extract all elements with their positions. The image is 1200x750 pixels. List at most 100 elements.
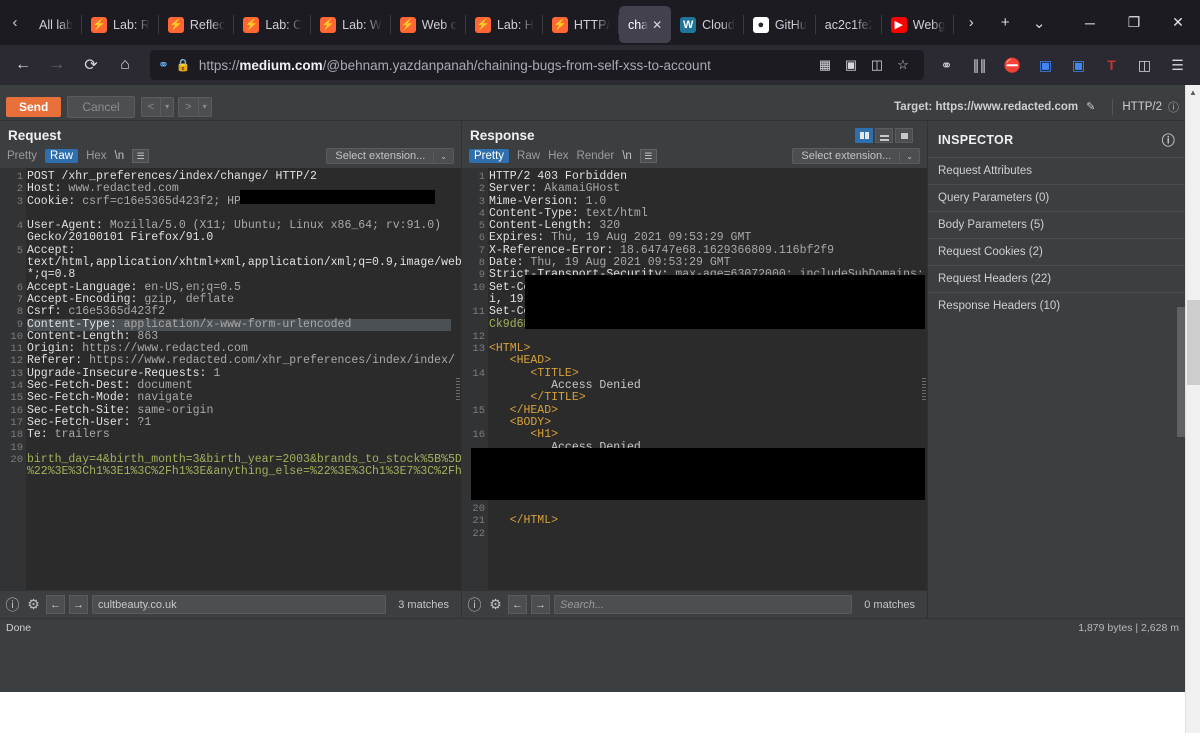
inspector-row[interactable]: Body Parameters (5) <box>928 211 1185 238</box>
request-newline-toggle[interactable]: \n <box>115 150 125 162</box>
tab-scroll-right-button[interactable]: › <box>954 0 988 45</box>
response-newline-toggle[interactable]: \n <box>622 150 632 162</box>
code-line[interactable]: </HEAD> <box>489 404 917 417</box>
code-line[interactable]: %22%3E%3Ch1%3E1%3C%2Fh1%3E&anything_else… <box>27 465 461 478</box>
search-next-button[interactable]: → <box>531 595 550 614</box>
split-vertical-icon[interactable] <box>855 128 873 143</box>
library-icon[interactable]: ∥∥ <box>963 49 996 81</box>
help-circle-icon[interactable]: ⓘ <box>4 595 21 615</box>
previous-dropdown-icon[interactable]: ▾ <box>161 99 173 114</box>
gear-icon[interactable]: ⚙ <box>487 596 504 613</box>
browser-tab[interactable]: ac2c1fe21 <box>816 6 882 43</box>
response-tab-render[interactable]: Render <box>577 150 615 162</box>
tab-scroll-left-button[interactable]: ‹ <box>0 0 30 45</box>
request-tab-raw[interactable]: Raw <box>45 149 79 163</box>
inspector-row[interactable]: Response Headers (10) <box>928 292 1185 319</box>
scrollbar-thumb[interactable] <box>1187 300 1200 385</box>
browser-tab[interactable]: ⚡ Lab: C <box>234 6 312 43</box>
minimize-icon[interactable]: ─ <box>1068 0 1112 45</box>
response-tab-pretty[interactable]: Pretty <box>469 149 510 163</box>
scroll-up-icon[interactable]: ▲ <box>1186 85 1200 99</box>
url-text[interactable]: https://medium.com/@behnam.yazdanpanah/c… <box>199 58 812 73</box>
request-select-extension-dropdown[interactable]: Select extension... ⌄ <box>326 148 454 164</box>
home-icon[interactable]: ⌂ <box>108 49 142 81</box>
response-tab-hex[interactable]: Hex <box>548 150 568 162</box>
restore-icon[interactable]: ❐ <box>1112 0 1156 45</box>
previous-request-button[interactable]: < ▾ <box>140 96 175 117</box>
inspector-row[interactable]: Query Parameters (0) <box>928 184 1185 211</box>
search-prev-button[interactable]: ← <box>508 595 527 614</box>
gear-icon[interactable]: ⚙ <box>25 596 42 613</box>
page-scrollbar[interactable]: ▲ <box>1185 85 1200 750</box>
star-icon[interactable]: ☆ <box>890 51 916 79</box>
close-icon[interactable]: ✕ <box>1156 0 1200 45</box>
reload-icon[interactable]: ⟳ <box>74 49 108 81</box>
list-all-tabs-button[interactable]: ⌄ <box>1022 0 1056 45</box>
response-code[interactable]: HTTP/2 403 Forbidden Server: AkamaiGHost M… <box>489 168 924 590</box>
pencil-icon[interactable]: ✎ <box>1086 100 1095 113</box>
tampermonkey-icon[interactable]: T <box>1095 49 1128 81</box>
search-prev-button[interactable]: ← <box>46 595 65 614</box>
lock-icon[interactable]: 🔒 <box>176 58 191 72</box>
request-code[interactable]: POST /xhr_preferences/index/change/ HTTP… <box>27 168 461 590</box>
help-circle-icon[interactable]: ⓘ <box>1168 99 1179 115</box>
response-editor[interactable]: 12345678910111213141516171819202122 HTTP… <box>462 168 927 590</box>
browser-tab[interactable]: ▶ Webg <box>882 6 955 43</box>
pocket-icon[interactable]: ⚭ <box>930 49 963 81</box>
response-tab-raw[interactable]: Raw <box>517 150 540 162</box>
code-line[interactable] <box>489 331 917 343</box>
response-select-extension-dropdown[interactable]: Select extension... ⌄ <box>792 148 920 164</box>
tab-close-icon[interactable]: ✕ <box>652 18 662 32</box>
code-line[interactable]: text/html,application/xhtml+xml,applicat… <box>27 256 461 269</box>
next-dropdown-icon[interactable]: ▾ <box>199 99 211 114</box>
inspector-row[interactable]: Request Headers (22) <box>928 265 1185 292</box>
translate-jp-icon[interactable]: ▣ <box>1062 49 1095 81</box>
browser-tab[interactable]: ⚡ Lab: H <box>466 6 543 43</box>
browser-tab[interactable]: ⚡ Lab: R <box>82 6 159 43</box>
browser-tab[interactable]: All lab <box>30 6 83 43</box>
help-circle-icon[interactable]: ⓘ <box>1162 130 1175 149</box>
new-tab-button[interactable]: + <box>988 0 1022 45</box>
hamburger-icon[interactable]: ☰ <box>132 149 150 163</box>
inspector-scrollbar[interactable] <box>1177 307 1185 437</box>
help-circle-icon[interactable]: ⓘ <box>466 595 483 615</box>
adblock-icon[interactable]: ⛔ <box>996 49 1029 81</box>
single-pane-icon[interactable] <box>895 128 913 143</box>
browser-tab[interactable]: ● GitHu <box>744 6 816 43</box>
url-bar[interactable]: ⚭ 🔒 https://medium.com/@behnam.yazdanpan… <box>150 50 924 80</box>
search-next-button[interactable]: → <box>69 595 88 614</box>
response-resize-grip[interactable] <box>922 378 926 400</box>
browser-tab[interactable]: ⚡ Lab: W <box>311 6 391 43</box>
inspector-row[interactable]: Request Attributes <box>928 157 1185 184</box>
code-line[interactable]: </HTML> <box>489 515 917 527</box>
reader-view-icon[interactable]: ▦ <box>812 51 838 79</box>
request-tab-pretty[interactable]: Pretty <box>7 150 37 162</box>
translate-icon[interactable]: ▣ <box>838 51 864 79</box>
next-request-button[interactable]: > ▾ <box>178 96 212 117</box>
browser-tab[interactable]: ⚡ Reflec <box>159 6 235 43</box>
request-search-input[interactable]: cultbeauty.co.uk <box>92 595 387 614</box>
translate-a-icon[interactable]: ▣ <box>1029 49 1062 81</box>
code-line[interactable]: Gecko/20100101 Firefox/91.0 <box>27 232 451 244</box>
code-line[interactable]: Te: trailers <box>27 429 451 441</box>
send-button[interactable]: Send <box>6 96 62 117</box>
apps-grid-icon[interactable]: ◫ <box>1128 49 1161 81</box>
browser-tab[interactable]: W Cloud <box>671 6 744 43</box>
extensions-grid-icon[interactable]: ◫ <box>864 51 890 79</box>
request-resize-grip[interactable] <box>456 378 460 400</box>
back-icon[interactable]: ← <box>6 49 40 81</box>
inspector-row[interactable]: Request Cookies (2) <box>928 238 1185 265</box>
hamburger-icon[interactable]: ☰ <box>639 149 657 163</box>
browser-tab[interactable]: ⚡ Web c <box>391 6 466 43</box>
request-editor[interactable]: 1 2 3 4 5 6 7 8 9 10 11 12 13 14 15 16 17 18 19 20 POST /xh… <box>0 168 461 590</box>
menu-icon[interactable]: ☰ <box>1161 49 1194 81</box>
response-search-input[interactable]: Search... <box>554 595 853 614</box>
forward-icon[interactable]: → <box>40 49 74 81</box>
browser-tab-active[interactable]: cha ✕ <box>618 6 672 43</box>
request-tab-hex[interactable]: Hex <box>86 150 106 162</box>
split-horizontal-icon[interactable] <box>875 128 893 143</box>
browser-tab[interactable]: ⚡ HTTP/ <box>543 6 619 43</box>
code-line[interactable] <box>489 528 917 540</box>
code-line[interactable]: <HTML> <box>489 343 917 355</box>
cancel-button[interactable]: Cancel <box>67 95 135 118</box>
